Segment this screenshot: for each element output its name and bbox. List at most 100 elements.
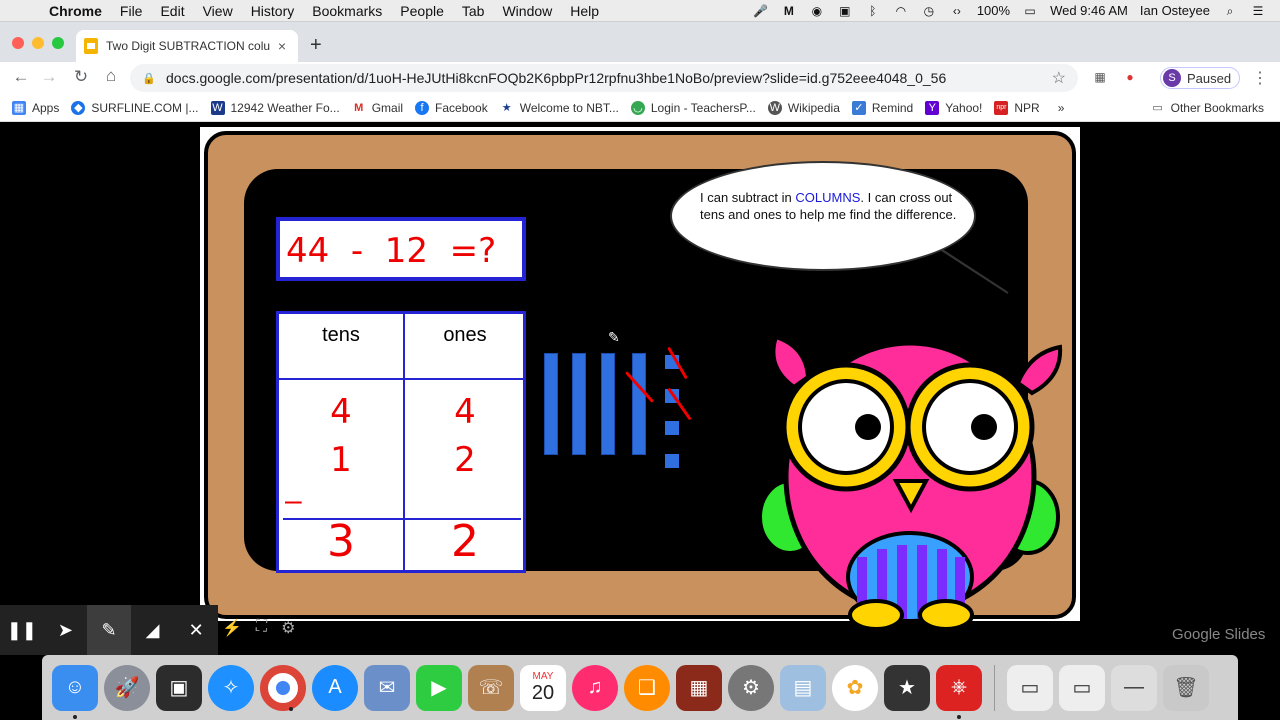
tens-subtrahend: 1 bbox=[330, 440, 352, 480]
minimized-window-1[interactable]: ▭ bbox=[1007, 664, 1053, 711]
home-icon[interactable]: ⌂ bbox=[96, 66, 126, 86]
apps-icon: ▦ bbox=[12, 100, 26, 115]
user-name[interactable]: Ian Osteyee bbox=[1140, 3, 1210, 18]
star-icon: ★ bbox=[499, 100, 514, 115]
facetime-icon[interactable]: ▶ bbox=[416, 664, 462, 711]
close-controls-button[interactable]: ✕ bbox=[174, 605, 218, 655]
menu-help[interactable]: Help bbox=[561, 3, 608, 19]
menu-tab[interactable]: Tab bbox=[453, 3, 494, 19]
ten-rod bbox=[601, 353, 615, 455]
battery-percent[interactable]: 100% bbox=[977, 3, 1010, 18]
launchpad-icon[interactable]: 🚀 bbox=[104, 664, 150, 711]
acrobat-icon[interactable]: ⎈ bbox=[936, 664, 982, 719]
bookmark-teachers[interactable]: ◡ Login - TeachersP... bbox=[630, 100, 756, 115]
other-bookmarks[interactable]: ▭ Other Bookmarks bbox=[1150, 100, 1264, 115]
close-window-button[interactable] bbox=[12, 37, 24, 49]
profile-status: Paused bbox=[1187, 70, 1232, 86]
ten-rod bbox=[544, 353, 558, 455]
code-icon[interactable]: ‹› bbox=[949, 4, 965, 18]
bookmark-gmail[interactable]: M Gmail bbox=[351, 100, 403, 115]
url-text[interactable]: docs.google.com/presentation/d/1uoH-HeJU… bbox=[166, 70, 1052, 86]
fullscreen-icon[interactable]: ⛶ bbox=[256, 618, 267, 638]
minimize-window-button[interactable] bbox=[32, 37, 44, 49]
eraser-button[interactable]: ◢ bbox=[131, 605, 175, 655]
laser-icon[interactable]: ⚡ bbox=[222, 618, 242, 638]
bookmark-facebook[interactable]: f Facebook bbox=[415, 100, 488, 115]
time-machine-icon[interactable]: ◷ bbox=[921, 4, 937, 18]
menu-window[interactable]: Window bbox=[493, 3, 561, 19]
chrome-icon[interactable] bbox=[260, 664, 306, 711]
minimized-window-3[interactable]: — bbox=[1111, 664, 1157, 711]
photos-icon[interactable]: ✿ bbox=[832, 664, 878, 711]
mail-icon[interactable]: ✉ bbox=[364, 664, 410, 711]
back-arrow-icon[interactable]: ← bbox=[6, 67, 36, 87]
menu-app-name[interactable]: Chrome bbox=[40, 3, 111, 19]
pen-tool-button[interactable]: ✎ bbox=[87, 605, 131, 655]
bookmark-wikipedia[interactable]: W Wikipedia bbox=[767, 100, 840, 115]
menu-view[interactable]: View bbox=[194, 3, 242, 19]
fullscreen-window-button[interactable] bbox=[52, 37, 64, 49]
menu-file[interactable]: File bbox=[111, 3, 152, 19]
malwarebytes-icon[interactable]: M bbox=[781, 4, 797, 18]
battery-icon[interactable]: ▭ bbox=[1022, 4, 1038, 18]
imovie-icon[interactable]: ★ bbox=[884, 664, 930, 711]
tab-close-icon[interactable]: × bbox=[274, 38, 290, 54]
calendar-icon[interactable]: MAY 20 bbox=[520, 664, 566, 711]
menu-bookmarks[interactable]: Bookmarks bbox=[303, 3, 391, 19]
extension-grid-icon[interactable]: ▦ bbox=[1092, 70, 1108, 86]
spotlight-icon[interactable]: ⌕ bbox=[1222, 4, 1238, 18]
speech-bubble: I can subtract in COLUMNS. I can cross o… bbox=[670, 161, 976, 271]
battery-app-icon[interactable]: ▣ bbox=[837, 4, 853, 18]
teachers-icon: ◡ bbox=[630, 100, 645, 115]
other-bookmarks-label: Other Bookmarks bbox=[1170, 100, 1264, 115]
menu-history[interactable]: History bbox=[242, 3, 304, 19]
bookmark-nbt[interactable]: ★ Welcome to NBT... bbox=[499, 100, 619, 115]
address-bar[interactable]: 🔒 docs.google.com/presentation/d/1uoH-He… bbox=[130, 64, 1078, 92]
forward-arrow-icon[interactable]: → bbox=[34, 67, 64, 87]
tab-active[interactable]: Two Digit SUBTRACTION colu × bbox=[76, 30, 298, 62]
app-store-icon[interactable]: A bbox=[312, 664, 358, 711]
screen-recorder-icon[interactable]: ◉ bbox=[809, 4, 825, 18]
bookmark-label: NPR bbox=[1014, 100, 1040, 115]
clock[interactable]: Wed 9:46 AM bbox=[1050, 3, 1128, 18]
profile-button[interactable]: S Paused bbox=[1160, 67, 1241, 89]
bookmark-npr[interactable]: npr NPR bbox=[994, 100, 1040, 115]
pause-button[interactable]: ❚❚ bbox=[0, 605, 44, 655]
minimized-window-2[interactable]: ▭ bbox=[1059, 664, 1105, 711]
preview-icon[interactable]: ▤ bbox=[780, 664, 826, 711]
menu-edit[interactable]: Edit bbox=[151, 3, 193, 19]
safari-icon[interactable]: ✧ bbox=[208, 664, 254, 711]
bluetooth-icon[interactable]: ᛒ bbox=[865, 4, 881, 18]
bookmark-surfline[interactable]: ◆ SURFLINE.COM |... bbox=[71, 100, 199, 115]
lock-icon[interactable]: 🔒 bbox=[142, 72, 156, 85]
owl-right-pupil bbox=[971, 414, 997, 440]
one-cube bbox=[665, 454, 679, 468]
menu-people[interactable]: People bbox=[391, 3, 453, 19]
bookmark-remind[interactable]: ✓ Remind bbox=[851, 100, 913, 115]
bookmark-star-icon[interactable]: ☆ bbox=[1052, 68, 1066, 88]
wifi-icon[interactable]: ◠ bbox=[893, 4, 909, 18]
itunes-icon[interactable]: ♫ bbox=[572, 664, 618, 711]
bookmarks-overflow-button[interactable]: » bbox=[1058, 101, 1065, 115]
trash-icon[interactable]: 🗑 bbox=[1163, 664, 1209, 711]
contacts-icon[interactable]: ☏ bbox=[468, 664, 514, 711]
pointer-button[interactable]: ➤ bbox=[44, 605, 88, 655]
extension-recorder-icon[interactable]: ● bbox=[1122, 70, 1138, 86]
bookmark-weather[interactable]: W 12942 Weather Fo... bbox=[210, 100, 340, 115]
microphone-icon[interactable]: 🎤 bbox=[753, 4, 769, 18]
system-preferences-icon[interactable]: ⚙ bbox=[728, 664, 774, 711]
finder-icon[interactable]: ☺ bbox=[52, 664, 98, 719]
photo-browser-icon[interactable]: ▦ bbox=[676, 664, 722, 711]
reload-icon[interactable]: ↻ bbox=[66, 67, 96, 87]
new-tab-button[interactable]: + bbox=[310, 34, 322, 57]
yahoo-icon: Y bbox=[925, 100, 940, 115]
wikipedia-icon: W bbox=[767, 100, 782, 115]
photo-booth-icon[interactable]: ▣ bbox=[156, 664, 202, 711]
bookmark-apps[interactable]: ▦ Apps bbox=[12, 100, 59, 115]
tens-header: tens bbox=[322, 324, 360, 346]
notification-center-icon[interactable]: ☰ bbox=[1250, 4, 1266, 18]
more-menu-icon[interactable]: ⋮ bbox=[1252, 68, 1268, 88]
settings-gear-icon[interactable]: ⚙ bbox=[281, 618, 295, 638]
ibooks-icon[interactable]: ❑ bbox=[624, 664, 670, 711]
bookmark-yahoo[interactable]: Y Yahoo! bbox=[925, 100, 982, 115]
